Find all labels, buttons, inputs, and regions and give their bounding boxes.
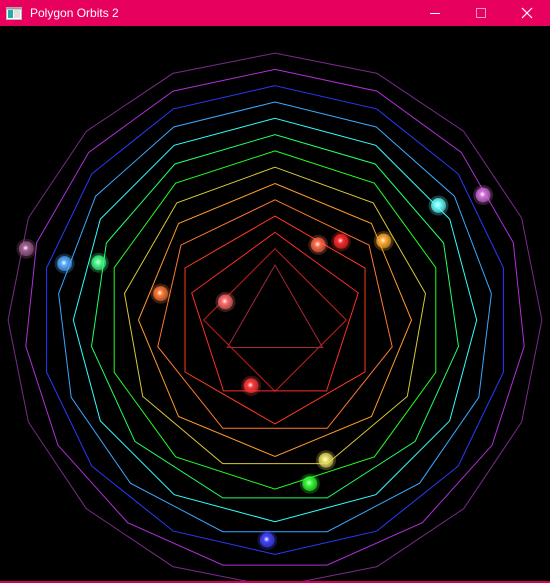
orbits-drawing — [7, 52, 543, 581]
orbit-polygon-10 — [113, 150, 437, 490]
orbit-ball-15 — [475, 187, 491, 203]
orbit-ball-16 — [18, 241, 34, 257]
orbit-polygon-8 — [137, 182, 413, 458]
orbit-polygon-14 — [46, 85, 504, 555]
orbit-polygon-11 — [90, 134, 460, 499]
close-button[interactable] — [504, 0, 550, 26]
orbit-polygon-4 — [202, 247, 348, 393]
app-icon — [6, 6, 22, 20]
orbit-polygon-16 — [7, 52, 543, 581]
orbit-ball-5 — [310, 237, 326, 253]
orbit-canvas — [0, 26, 550, 581]
orbit-ball-3 — [217, 294, 233, 310]
orbit-ball-13 — [57, 256, 73, 272]
orbit-ball-14 — [259, 532, 275, 548]
orbit-polygon-12 — [72, 117, 478, 523]
orbit-ball-11 — [91, 255, 107, 271]
orbit-ball-12 — [431, 198, 446, 213]
orbit-polygon-5 — [191, 231, 359, 392]
orbit-ball-8 — [376, 233, 392, 249]
maximize-icon — [476, 8, 486, 18]
orbit-ball-10 — [302, 476, 318, 492]
minimize-icon — [430, 8, 440, 18]
orbit-ball-6 — [333, 233, 349, 249]
app-window: Polygon Orbits 2 — [0, 0, 550, 583]
orbit-polygon-15 — [25, 68, 525, 566]
orbit-ball-7 — [153, 286, 169, 302]
title-bar[interactable]: Polygon Orbits 2 — [0, 0, 550, 26]
close-icon — [521, 7, 533, 19]
orbit-ball-4 — [243, 378, 259, 394]
minimize-button[interactable] — [412, 0, 458, 26]
orbit-ball-9 — [318, 452, 334, 468]
orbit-polygon-9 — [123, 166, 427, 465]
window-title: Polygon Orbits 2 — [30, 6, 119, 20]
maximize-button[interactable] — [458, 0, 504, 26]
orbit-polygon-13 — [58, 101, 492, 533]
orbit-polygon-3 — [226, 263, 324, 348]
orbit-polygon-7 — [157, 199, 393, 429]
